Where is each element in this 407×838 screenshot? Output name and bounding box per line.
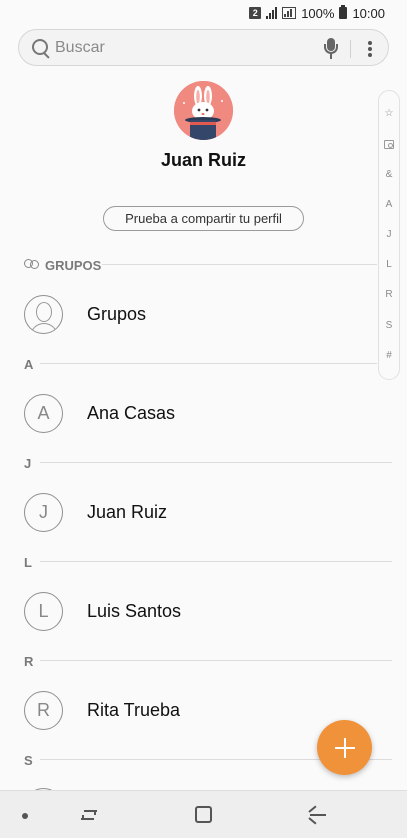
section-header-groups: GRUPOS xyxy=(24,257,101,273)
sim-badge: 2 xyxy=(249,7,262,19)
group-avatar-icon xyxy=(24,294,63,334)
home-icon[interactable] xyxy=(195,806,212,823)
contact-name: Juan Ruiz xyxy=(87,501,168,522)
index-hash[interactable]: # xyxy=(386,349,392,363)
contact-name: Luis Santos xyxy=(87,600,182,621)
search-bar[interactable] xyxy=(18,29,389,66)
list-item-ana-casas[interactable]: A Ana Casas xyxy=(0,383,407,443)
nav-dot-icon[interactable] xyxy=(22,813,28,819)
section-divider xyxy=(102,264,377,265)
profile-name[interactable]: Juan Ruiz xyxy=(0,150,407,171)
share-profile-button[interactable]: Prueba a compartir tu perfil xyxy=(103,206,304,231)
contact-name: Grupos xyxy=(87,303,147,324)
section-header-l: L xyxy=(24,554,32,570)
rabbit-hat-icon xyxy=(174,81,233,140)
signal-icon xyxy=(266,7,278,19)
index-letter-a[interactable]: A xyxy=(386,198,393,212)
more-options-icon[interactable] xyxy=(363,39,377,59)
search-divider xyxy=(350,40,351,58)
back-icon[interactable] xyxy=(308,805,327,825)
profile-avatar[interactable] xyxy=(174,81,233,140)
add-contact-button[interactable] xyxy=(317,720,372,775)
avatar: L xyxy=(24,591,63,631)
battery-icon xyxy=(339,5,348,19)
section-header-r: R xyxy=(24,653,34,669)
contact-book-icon xyxy=(384,139,394,149)
list-item-groups[interactable]: Grupos xyxy=(0,284,407,344)
groups-icon xyxy=(24,259,40,271)
contact-name: Ana Casas xyxy=(87,402,176,423)
list-item-juan-ruiz[interactable]: J Juan Ruiz xyxy=(0,482,407,542)
section-header-j: J xyxy=(24,455,32,471)
index-letter-j[interactable]: J xyxy=(387,228,392,242)
search-input[interactable] xyxy=(55,38,305,57)
contact-name: Rita Trueba xyxy=(87,699,181,720)
status-bar: 2 100% 10:00 xyxy=(0,0,407,26)
microphone-icon[interactable] xyxy=(321,38,341,60)
list-item-luis-santos[interactable]: L Luis Santos xyxy=(0,581,407,641)
index-letter-l[interactable]: L xyxy=(386,258,392,272)
section-divider xyxy=(40,561,392,562)
avatar: J xyxy=(24,492,63,532)
avatar: A xyxy=(24,393,63,433)
index-ampersand[interactable]: & xyxy=(386,168,393,182)
section-divider xyxy=(40,462,392,463)
clock: 10:00 xyxy=(352,5,385,21)
index-favorites[interactable]: ☆ xyxy=(385,107,394,121)
battery-percent: 100% xyxy=(301,5,335,21)
signal-strength-icon xyxy=(282,7,297,19)
section-header-a: A xyxy=(24,356,34,372)
section-header-s: S xyxy=(24,752,33,768)
plus-icon xyxy=(334,737,355,758)
section-divider xyxy=(40,660,392,661)
navigation-bar xyxy=(0,790,407,838)
section-divider xyxy=(40,363,377,364)
search-icon xyxy=(31,38,51,58)
avatar: R xyxy=(24,690,63,730)
recent-apps-icon[interactable] xyxy=(80,807,98,823)
section-label-groups: GRUPOS xyxy=(45,257,102,273)
index-contact-card[interactable] xyxy=(384,137,394,151)
